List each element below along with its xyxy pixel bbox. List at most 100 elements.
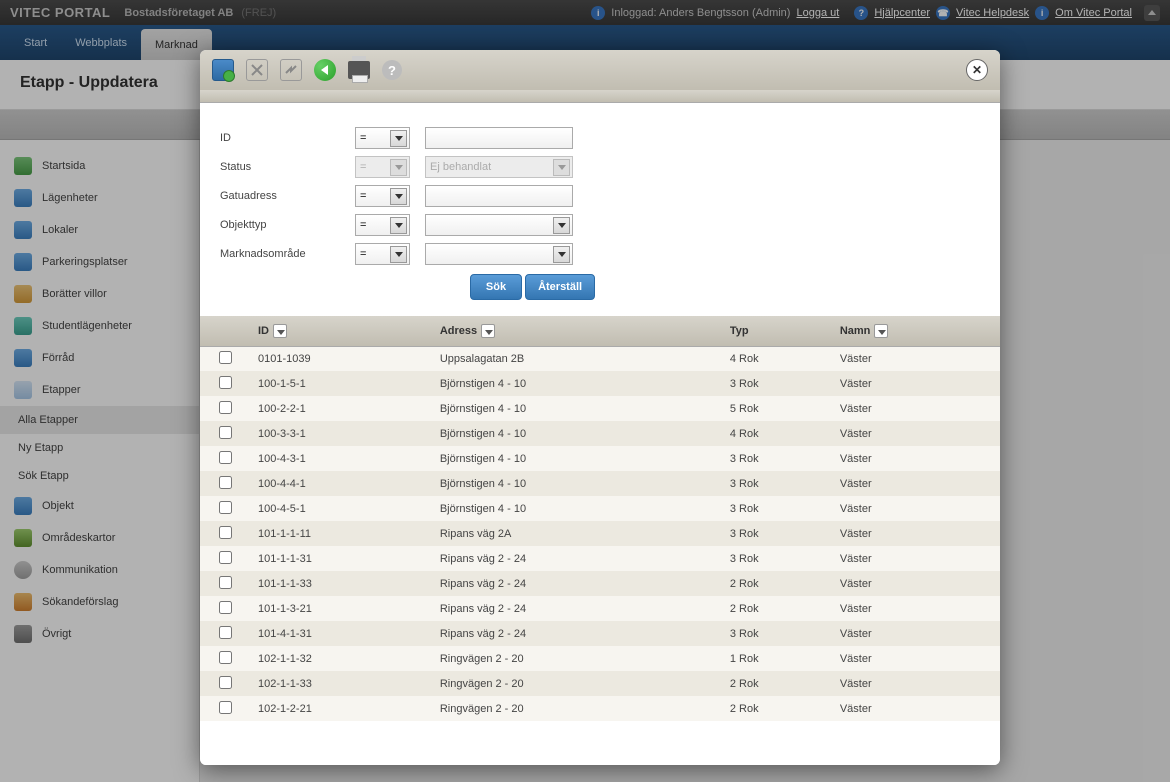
modal-help-icon[interactable]: ? — [382, 60, 402, 80]
table-row[interactable]: 100-1-5-1Björnstigen 4 - 103 RokVäster — [200, 371, 1000, 396]
back-icon[interactable] — [314, 59, 336, 81]
col-select — [200, 316, 250, 346]
cell-typ: 2 Rok — [722, 696, 832, 721]
cell-adress: Björnstigen 4 - 10 — [432, 496, 722, 521]
row-checkbox[interactable] — [219, 451, 232, 464]
row-checkbox[interactable] — [219, 701, 232, 714]
row-checkbox[interactable] — [219, 401, 232, 414]
cell-id: 102-1-1-33 — [250, 671, 432, 696]
modal-toolbar: ? — [200, 50, 1000, 90]
cell-adress: Björnstigen 4 - 10 — [432, 471, 722, 496]
cell-typ: 5 Rok — [722, 396, 832, 421]
col-id[interactable]: ID — [250, 316, 432, 346]
op-gatuadress[interactable]: = — [355, 185, 410, 207]
cell-namn: Väster — [832, 571, 1000, 596]
cell-id: 100-4-3-1 — [250, 446, 432, 471]
row-checkbox[interactable] — [219, 651, 232, 664]
cell-namn: Väster — [832, 496, 1000, 521]
save-icon[interactable] — [212, 59, 234, 81]
cell-typ: 3 Rok — [722, 546, 832, 571]
cell-namn: Väster — [832, 396, 1000, 421]
cell-adress: Ringvägen 2 - 20 — [432, 696, 722, 721]
table-row[interactable]: 100-4-5-1Björnstigen 4 - 103 RokVäster — [200, 496, 1000, 521]
table-row[interactable]: 100-2-2-1Björnstigen 4 - 105 RokVäster — [200, 396, 1000, 421]
cell-adress: Ripans väg 2 - 24 — [432, 546, 722, 571]
table-row[interactable]: 101-1-1-11Ripans väg 2A3 RokVäster — [200, 521, 1000, 546]
table-row[interactable]: 0101-1039Uppsalagatan 2B4 RokVäster — [200, 346, 1000, 371]
row-checkbox[interactable] — [219, 551, 232, 564]
cell-adress: Ringvägen 2 - 20 — [432, 671, 722, 696]
op-id[interactable]: = — [355, 127, 410, 149]
cell-typ: 3 Rok — [722, 521, 832, 546]
table-row[interactable]: 100-3-3-1Björnstigen 4 - 104 RokVäster — [200, 421, 1000, 446]
cell-adress: Ripans väg 2 - 24 — [432, 596, 722, 621]
cell-typ: 1 Rok — [722, 646, 832, 671]
col-namn[interactable]: Namn — [832, 316, 1000, 346]
chevron-down-icon[interactable] — [273, 324, 287, 338]
row-checkbox[interactable] — [219, 676, 232, 689]
cell-typ: 4 Rok — [722, 421, 832, 446]
row-checkbox[interactable] — [219, 376, 232, 389]
table-row[interactable]: 101-1-1-31Ripans väg 2 - 243 RokVäster — [200, 546, 1000, 571]
cell-id: 0101-1039 — [250, 346, 432, 371]
chevron-down-icon[interactable] — [481, 324, 495, 338]
relation-icon[interactable] — [280, 59, 302, 81]
table-row[interactable]: 101-4-1-31Ripans väg 2 - 243 RokVäster — [200, 621, 1000, 646]
cell-adress: Björnstigen 4 - 10 — [432, 421, 722, 446]
cell-namn: Väster — [832, 421, 1000, 446]
row-checkbox[interactable] — [219, 476, 232, 489]
close-button[interactable] — [966, 59, 988, 81]
search-button[interactable]: Sök — [470, 274, 522, 300]
row-checkbox[interactable] — [219, 526, 232, 539]
cell-namn: Väster — [832, 646, 1000, 671]
input-marknadsomrade[interactable] — [425, 243, 573, 265]
row-checkbox[interactable] — [219, 426, 232, 439]
cell-typ: 3 Rok — [722, 446, 832, 471]
table-row[interactable]: 102-1-2-21Ringvägen 2 - 202 RokVäster — [200, 696, 1000, 721]
op-marknadsomrade[interactable]: = — [355, 243, 410, 265]
table-row[interactable]: 100-4-3-1Björnstigen 4 - 103 RokVäster — [200, 446, 1000, 471]
table-row[interactable]: 101-1-3-21Ripans väg 2 - 242 RokVäster — [200, 596, 1000, 621]
label-gatuadress: Gatuadress — [220, 190, 355, 202]
label-marknadsomrade: Marknadsområde — [220, 248, 355, 260]
cell-id: 101-1-1-31 — [250, 546, 432, 571]
row-checkbox[interactable] — [219, 501, 232, 514]
op-objekttyp[interactable]: = — [355, 214, 410, 236]
cell-namn: Väster — [832, 521, 1000, 546]
cell-id: 100-2-2-1 — [250, 396, 432, 421]
cell-id: 102-1-1-32 — [250, 646, 432, 671]
table-row[interactable]: 100-4-4-1Björnstigen 4 - 103 RokVäster — [200, 471, 1000, 496]
col-typ[interactable]: Typ — [722, 316, 832, 346]
clear-icon[interactable] — [246, 59, 268, 81]
row-checkbox[interactable] — [219, 601, 232, 614]
modal-scroll[interactable]: ID = Status = Ej behandlat Gatuadress = … — [200, 103, 1000, 765]
reset-button[interactable]: Återställ — [525, 274, 595, 300]
collapse-bar[interactable] — [200, 90, 1000, 103]
input-id[interactable] — [425, 127, 573, 149]
cell-adress: Ripans väg 2 - 24 — [432, 621, 722, 646]
input-gatuadress[interactable] — [425, 185, 573, 207]
print-icon[interactable] — [348, 61, 370, 79]
cell-namn: Väster — [832, 671, 1000, 696]
cell-namn: Väster — [832, 546, 1000, 571]
col-adress[interactable]: Adress — [432, 316, 722, 346]
cell-id: 102-1-2-21 — [250, 696, 432, 721]
cell-adress: Björnstigen 4 - 10 — [432, 371, 722, 396]
row-checkbox[interactable] — [219, 351, 232, 364]
cell-typ: 2 Rok — [722, 671, 832, 696]
cell-typ: 4 Rok — [722, 346, 832, 371]
cell-namn: Väster — [832, 346, 1000, 371]
row-checkbox[interactable] — [219, 576, 232, 589]
table-row[interactable]: 101-1-1-33Ripans väg 2 - 242 RokVäster — [200, 571, 1000, 596]
cell-typ: 2 Rok — [722, 596, 832, 621]
row-checkbox[interactable] — [219, 626, 232, 639]
cell-namn: Väster — [832, 596, 1000, 621]
input-objekttyp[interactable] — [425, 214, 573, 236]
results-table: ID Adress Typ Namn 0101-1039Uppsalagatan… — [200, 316, 1000, 721]
op-status: = — [355, 156, 410, 178]
cell-namn: Väster — [832, 371, 1000, 396]
chevron-down-icon[interactable] — [874, 324, 888, 338]
table-row[interactable]: 102-1-1-33Ringvägen 2 - 202 RokVäster — [200, 671, 1000, 696]
table-row[interactable]: 102-1-1-32Ringvägen 2 - 201 RokVäster — [200, 646, 1000, 671]
cell-adress: Uppsalagatan 2B — [432, 346, 722, 371]
